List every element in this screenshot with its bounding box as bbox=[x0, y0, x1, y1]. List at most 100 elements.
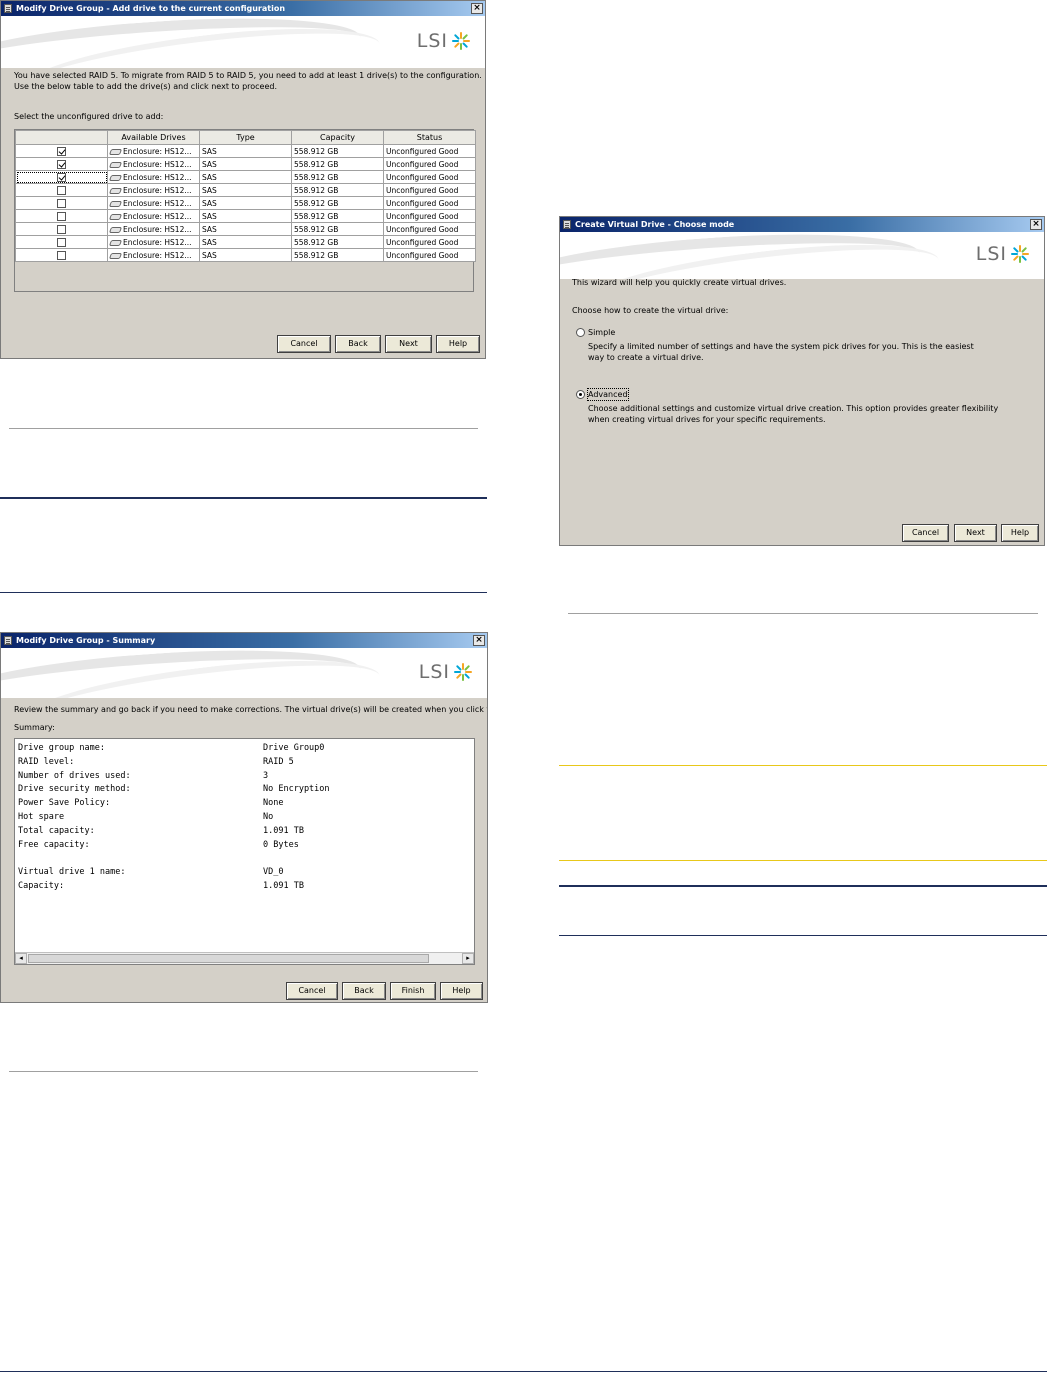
lsi-starburst-icon bbox=[452, 32, 470, 50]
create-vd-dialog: Create Virtual Drive - Choose mode × LSI… bbox=[559, 216, 1045, 546]
drive-checkbox[interactable] bbox=[57, 146, 66, 156]
table-row[interactable]: Enclosure: HS12... SAS 558.912 GB Unconfigu… bbox=[15, 222, 476, 236]
back-button[interactable]: Back bbox=[335, 335, 381, 353]
add-drive-dialog: Modify Drive Group - Add drive to the cu… bbox=[0, 0, 486, 359]
next-button[interactable]: Next bbox=[954, 524, 997, 542]
summary-text-area[interactable]: ◂ ▸ Drive group name: Drive Group0 RAID le… bbox=[14, 738, 475, 965]
header-banner: LSI bbox=[1, 648, 487, 698]
drive-select-cell[interactable] bbox=[15, 235, 108, 249]
horizontal-scrollbar[interactable]: ◂ ▸ bbox=[15, 952, 474, 964]
close-icon[interactable]: × bbox=[1030, 219, 1042, 230]
back-button[interactable]: Back bbox=[342, 982, 386, 1000]
drive-select-cell[interactable] bbox=[15, 183, 108, 197]
drive-capacity-cell: 558.912 GB bbox=[291, 196, 384, 210]
window-menu-icon[interactable] bbox=[4, 4, 12, 13]
drive-name: Enclosure: HS12... bbox=[123, 224, 192, 234]
table-row[interactable]: Enclosure: HS12... SAS 558.912 GB Unconfigu… bbox=[15, 157, 476, 171]
drive-name-cell: Enclosure: HS12... bbox=[107, 222, 200, 236]
help-button[interactable]: Help bbox=[440, 982, 483, 1000]
drive-checkbox[interactable] bbox=[57, 250, 66, 260]
drive-name-cell: Enclosure: HS12... bbox=[107, 235, 200, 249]
divider bbox=[9, 1071, 478, 1072]
scroll-thumb[interactable] bbox=[28, 954, 429, 963]
table-row[interactable]: Enclosure: HS12... SAS 558.912 GB Unconfigu… bbox=[15, 248, 476, 262]
drive-name-cell: Enclosure: HS12... bbox=[107, 157, 200, 171]
drive-checkbox[interactable] bbox=[57, 172, 66, 182]
column-header-capacity[interactable]: Capacity bbox=[291, 130, 384, 145]
wizard-intro: This wizard will help you quickly create… bbox=[572, 278, 787, 287]
drive-select-cell[interactable] bbox=[15, 170, 108, 184]
summary-item-value: None bbox=[263, 798, 284, 809]
window-menu-icon[interactable] bbox=[4, 636, 12, 645]
intro-line-1: You have selected RAID 5. To migrate fro… bbox=[14, 71, 482, 80]
advanced-label[interactable]: Advanced bbox=[587, 388, 629, 401]
drive-checkbox[interactable] bbox=[57, 224, 66, 234]
scroll-left-icon[interactable]: ◂ bbox=[15, 953, 27, 964]
drive-capacity-cell: 558.912 GB bbox=[291, 222, 384, 236]
drive-status-cell: Unconfigured Good bbox=[383, 183, 476, 197]
divider bbox=[559, 885, 1047, 887]
lsi-starburst-icon bbox=[1011, 245, 1029, 263]
scroll-right-icon[interactable]: ▸ bbox=[462, 953, 474, 964]
drive-name: Enclosure: HS12... bbox=[123, 172, 192, 182]
table-row[interactable]: Enclosure: HS12... SAS 558.912 GB Unconfigu… bbox=[15, 170, 476, 184]
drive-name-cell: Enclosure: HS12... bbox=[107, 183, 200, 197]
drive-select-cell[interactable] bbox=[15, 209, 108, 223]
drive-name-cell: Enclosure: HS12... bbox=[107, 248, 200, 262]
summary-item-value: RAID 5 bbox=[263, 756, 294, 767]
drive-checkbox[interactable] bbox=[57, 211, 66, 221]
close-icon[interactable]: × bbox=[471, 3, 483, 14]
table-row[interactable]: Enclosure: HS12... SAS 558.912 GB Unconfigu… bbox=[15, 209, 476, 223]
drive-select-cell[interactable] bbox=[15, 157, 108, 171]
table-row[interactable]: Enclosure: HS12... SAS 558.912 GB Unconfigu… bbox=[15, 235, 476, 249]
summary-label: Summary: bbox=[14, 723, 55, 732]
summary-item-label: Capacity: bbox=[18, 881, 65, 891]
window-menu-icon[interactable] bbox=[563, 220, 571, 229]
table-row[interactable]: Enclosure: HS12... SAS 558.912 GB Unconfigu… bbox=[15, 183, 476, 197]
simple-radio[interactable] bbox=[576, 328, 585, 337]
drive-select-cell[interactable] bbox=[15, 144, 108, 158]
close-icon[interactable]: × bbox=[473, 635, 485, 646]
finish-button[interactable]: Finish bbox=[390, 982, 436, 1000]
divider bbox=[559, 860, 1047, 861]
help-button[interactable]: Help bbox=[1001, 524, 1039, 542]
help-button[interactable]: Help bbox=[436, 335, 480, 353]
drive-checkbox[interactable] bbox=[57, 185, 66, 195]
drive-status-cell: Unconfigured Good bbox=[383, 235, 476, 249]
column-header-drive[interactable]: Available Drives bbox=[107, 130, 200, 145]
divider bbox=[568, 613, 1038, 614]
drive-capacity-cell: 558.912 GB bbox=[291, 170, 384, 184]
divider bbox=[9, 428, 478, 429]
table-row[interactable]: Enclosure: HS12... SAS 558.912 GB Unconfigu… bbox=[15, 144, 476, 158]
hard-drive-icon bbox=[108, 239, 123, 246]
next-button[interactable]: Next bbox=[385, 335, 432, 353]
summary-item-label: RAID level: bbox=[18, 756, 75, 767]
cancel-button[interactable]: Cancel bbox=[902, 524, 949, 542]
drive-select-cell[interactable] bbox=[15, 248, 108, 262]
cancel-button[interactable]: Cancel bbox=[286, 982, 338, 1000]
table-row[interactable]: Enclosure: HS12... SAS 558.912 GB Unconfigu… bbox=[15, 196, 476, 210]
drive-checkbox[interactable] bbox=[57, 237, 66, 247]
drive-capacity-cell: 558.912 GB bbox=[291, 209, 384, 223]
divider bbox=[0, 592, 487, 593]
drive-select-cell[interactable] bbox=[15, 222, 108, 236]
column-header-type[interactable]: Type bbox=[199, 130, 292, 145]
advanced-radio[interactable] bbox=[576, 390, 585, 399]
cancel-button[interactable]: Cancel bbox=[277, 335, 331, 353]
drive-checkbox[interactable] bbox=[57, 198, 66, 208]
column-header-select[interactable] bbox=[15, 130, 108, 145]
header-banner: LSI bbox=[560, 232, 1044, 279]
summary-item-label: Drive security method: bbox=[18, 784, 131, 795]
summary-item-label: Virtual drive 1 name: bbox=[18, 867, 126, 878]
drive-type-cell: SAS bbox=[199, 209, 292, 223]
drive-checkbox[interactable] bbox=[57, 159, 66, 169]
intro-line-2: Use the below table to add the drive(s) … bbox=[14, 82, 278, 91]
hard-drive-icon bbox=[108, 226, 123, 233]
divider bbox=[559, 935, 1047, 936]
column-header-status[interactable]: Status bbox=[383, 130, 476, 145]
drive-status-cell: Unconfigured Good bbox=[383, 248, 476, 262]
drive-select-cell[interactable] bbox=[15, 196, 108, 210]
simple-label[interactable]: Simple bbox=[588, 327, 615, 338]
drive-name-cell: Enclosure: HS12... bbox=[107, 196, 200, 210]
lsi-logo: LSI bbox=[976, 243, 1030, 265]
